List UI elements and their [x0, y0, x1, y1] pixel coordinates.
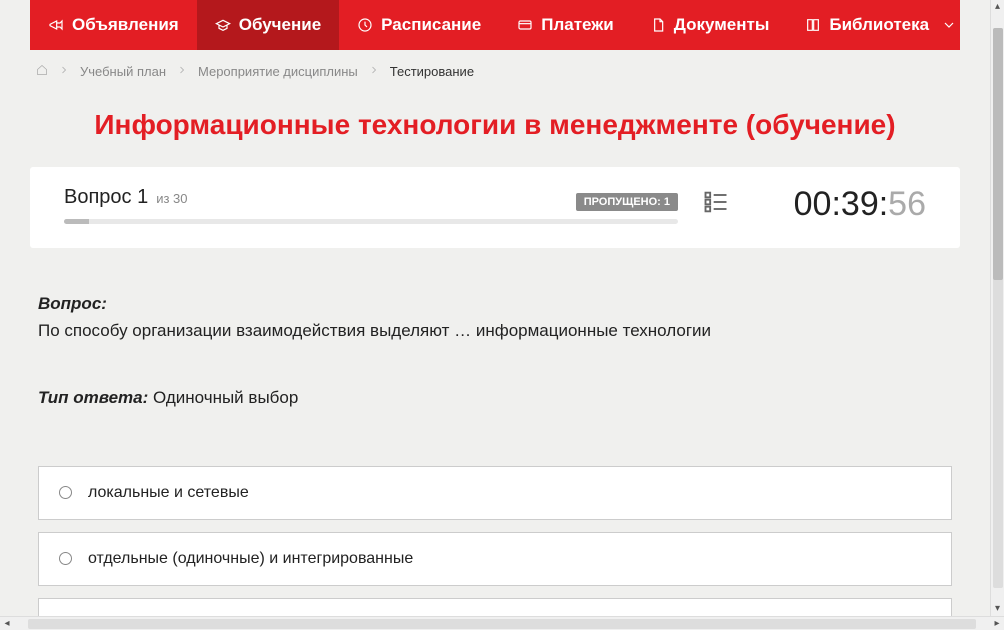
- page-title: Информационные технологии в менеджменте …: [30, 91, 960, 167]
- nav-schedule[interactable]: Расписание: [339, 0, 499, 50]
- scroll-track[interactable]: [28, 619, 976, 629]
- radio-icon: [59, 486, 72, 499]
- breadcrumb-event[interactable]: Мероприятие дисциплины: [198, 64, 358, 79]
- answer-text: локальные и сетевые: [88, 484, 249, 502]
- nav-announcements[interactable]: Объявления: [30, 0, 197, 50]
- scroll-thumb[interactable]: [993, 28, 1003, 280]
- scroll-left-arrow[interactable]: ◂: [0, 618, 14, 629]
- nav-library[interactable]: Библиотека: [787, 0, 975, 50]
- chevron-down-icon: [941, 17, 957, 33]
- question-text: По способу организации взаимодействия вы…: [38, 317, 952, 344]
- nav-education[interactable]: Обучение: [197, 0, 339, 50]
- question-heading: Вопрос:: [38, 294, 107, 313]
- answer-type-label: Тип ответа:: [38, 388, 148, 407]
- progress-fill: [64, 219, 89, 224]
- breadcrumb: Учебный план Мероприятие дисциплины Тест…: [30, 50, 960, 91]
- chevron-right-icon: [58, 64, 70, 79]
- chevron-right-icon: [368, 64, 380, 79]
- breadcrumb-testing: Тестирование: [390, 64, 474, 79]
- nav-documents[interactable]: Документы: [632, 0, 788, 50]
- scroll-up-arrow[interactable]: ▴: [995, 0, 1000, 14]
- radio-icon: [59, 552, 72, 565]
- book-icon: [805, 17, 821, 33]
- graduation-cap-icon: [215, 17, 231, 33]
- home-icon[interactable]: [36, 64, 48, 79]
- answer-type-value: Одиночный выбор: [148, 388, 298, 407]
- nav-label: Объявления: [72, 15, 179, 35]
- timer: 00:39:56: [756, 185, 926, 224]
- nav-label: Расписание: [381, 15, 481, 35]
- progress-bar: [64, 219, 678, 224]
- card-icon: [517, 17, 533, 33]
- answer-option[interactable]: отдельные (одиночные) и интегрированные: [38, 532, 952, 586]
- skipped-badge: ПРОПУЩЕНО: 1: [576, 193, 678, 211]
- clock-icon: [357, 17, 373, 33]
- answer-option[interactable]: функциональные и обеспечивающие: [38, 598, 952, 616]
- question-number: Вопрос 1: [64, 186, 148, 209]
- nav-payments[interactable]: Платежи: [499, 0, 632, 50]
- answer-text: отдельные (одиночные) и интегрированные: [88, 550, 413, 568]
- answer-option[interactable]: локальные и сетевые: [38, 466, 952, 520]
- nav-label: Библиотека: [829, 15, 929, 35]
- document-icon: [650, 17, 666, 33]
- nav-label: Обучение: [239, 15, 321, 35]
- scroll-right-arrow[interactable]: ▸: [990, 618, 1004, 629]
- timer-main: 00:39:: [794, 185, 889, 223]
- chevron-right-icon: [176, 64, 188, 79]
- megaphone-icon: [48, 17, 64, 33]
- answers-list: локальные и сетевые отдельные (одиночные…: [30, 412, 960, 616]
- horizontal-scrollbar[interactable]: ◂ ▸: [0, 616, 1004, 630]
- question-grid-button[interactable]: [702, 188, 732, 221]
- question-block: Вопрос: По способу организации взаимодей…: [30, 248, 960, 412]
- main-navbar: Объявления Обучение Расписание Платежи: [30, 0, 960, 50]
- quiz-status-card: Вопрос 1 из 30 ПРОПУЩЕНО: 1 00:39:56: [30, 167, 960, 248]
- nav-label: Платежи: [541, 15, 614, 35]
- timer-seconds: 56: [888, 185, 926, 223]
- question-total: из 30: [156, 191, 187, 206]
- scroll-track[interactable]: [993, 28, 1003, 588]
- vertical-scrollbar[interactable]: ▴ ▾: [990, 0, 1004, 616]
- breadcrumb-curriculum[interactable]: Учебный план: [80, 64, 166, 79]
- scroll-down-arrow[interactable]: ▾: [995, 602, 1000, 616]
- nav-label: Документы: [674, 15, 770, 35]
